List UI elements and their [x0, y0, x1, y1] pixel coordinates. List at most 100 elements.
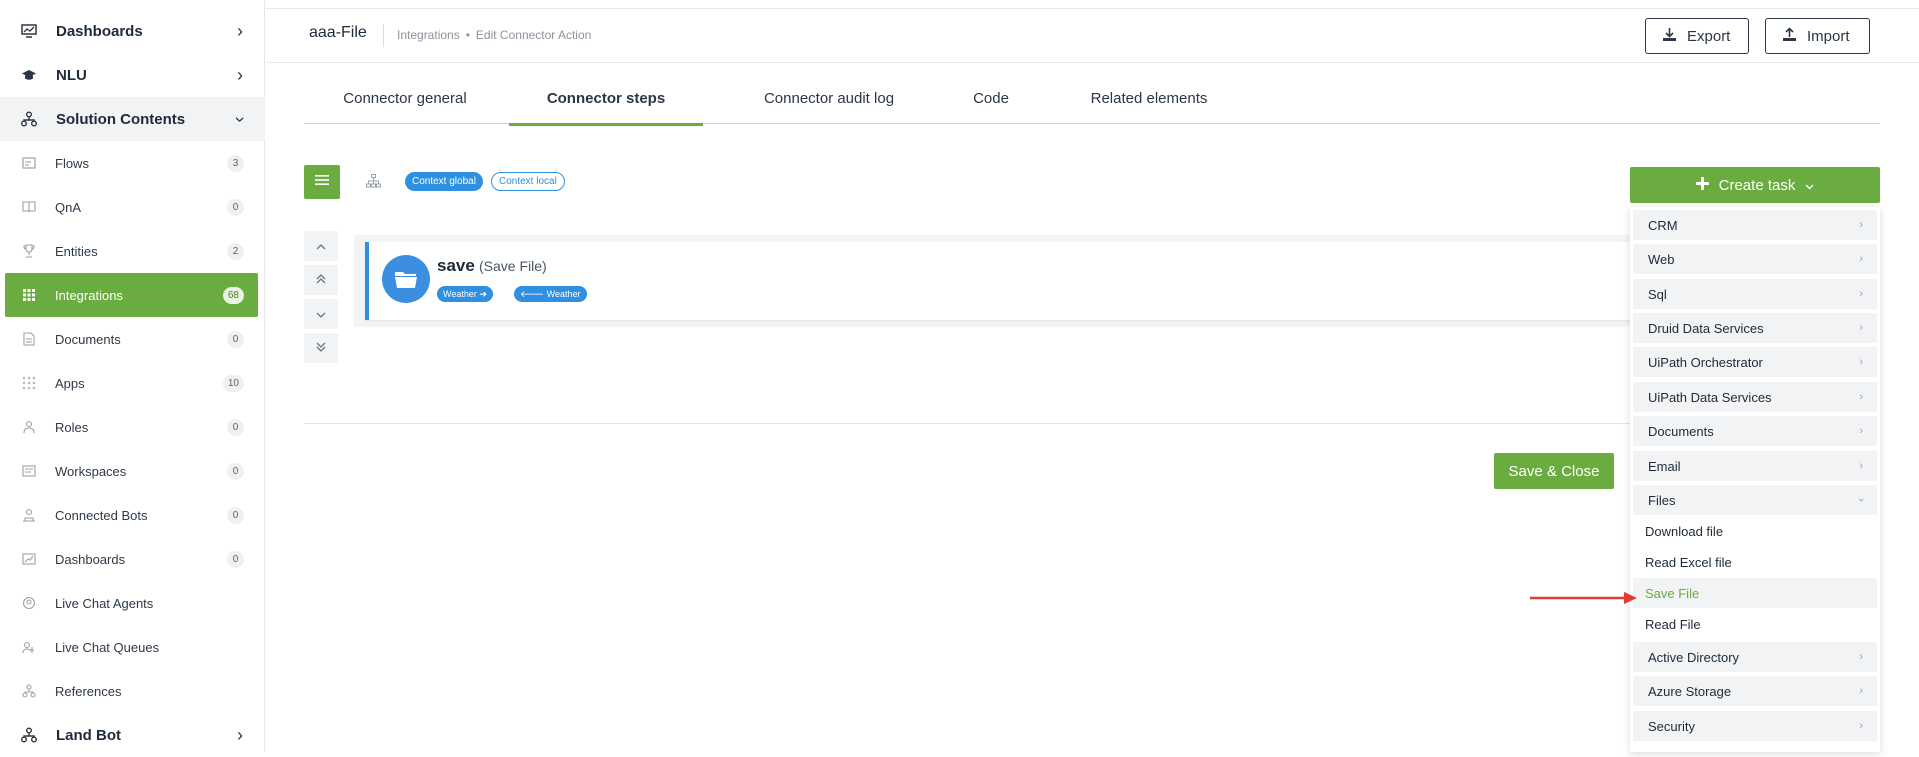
context-global-button[interactable]: Context global	[405, 172, 483, 191]
move-down-button[interactable]	[304, 299, 338, 329]
task-download-file[interactable]: Download file	[1633, 516, 1877, 546]
sidebar-item-label: Roles	[55, 419, 89, 435]
chevron-right-icon: ›	[1859, 288, 1863, 300]
task-read-excel-file[interactable]: Read Excel file	[1633, 547, 1877, 577]
breadcrumb: Integrations • Edit Connector Action	[397, 28, 591, 42]
sitemap-icon	[20, 726, 38, 744]
double-chevron-down-icon	[316, 341, 326, 355]
step-card[interactable]	[365, 242, 1635, 320]
download-icon	[1662, 27, 1677, 46]
sidebar-item-qna[interactable]: QnA 0	[5, 185, 258, 229]
sidebar-item-label: Integrations	[55, 287, 123, 303]
move-up-button[interactable]	[304, 231, 338, 261]
chevron-right-icon: ›	[1859, 356, 1863, 368]
sidebar-item-integrations[interactable]: Integrations 68	[5, 273, 258, 317]
sidebar-item-label: Workspaces	[55, 463, 127, 479]
reference-icon	[21, 683, 37, 699]
category-azure-storage[interactable]: Azure Storage ›	[1633, 676, 1877, 706]
context-local-button[interactable]: Context local	[491, 172, 565, 191]
sidebar-item-live-chat-agents[interactable]: Live Chat Agents	[5, 581, 258, 625]
chevron-right-icon: ›	[1859, 720, 1863, 732]
chevron-right-icon: ›	[1859, 685, 1863, 697]
category-files[interactable]: Files ›	[1633, 485, 1877, 515]
tab-connector-audit-log[interactable]: Connector audit log	[729, 72, 929, 124]
breadcrumb-integrations[interactable]: Integrations	[397, 28, 460, 42]
hamburger-icon	[315, 173, 329, 191]
chevron-right-icon: ›	[1859, 651, 1863, 663]
hamburger-menu-button[interactable]	[304, 165, 340, 199]
category-label: Email	[1648, 458, 1681, 474]
tab-related-elements[interactable]: Related elements	[1059, 72, 1239, 124]
import-label: Import	[1807, 27, 1850, 45]
chevron-right-icon: ›	[1859, 425, 1863, 437]
tab-code[interactable]: Code	[935, 72, 1047, 124]
book-icon	[21, 199, 37, 215]
grid-icon	[21, 287, 37, 303]
category-uipath-orchestrator[interactable]: UiPath Orchestrator ›	[1633, 347, 1877, 377]
category-documents[interactable]: Documents ›	[1633, 416, 1877, 446]
sidebar-item-apps[interactable]: Apps 10	[5, 361, 258, 405]
upload-icon	[1782, 26, 1797, 46]
category-label: Security	[1648, 718, 1695, 734]
sidebar-item-connected-bots[interactable]: Connected Bots 0	[5, 493, 258, 537]
move-bottom-button[interactable]	[304, 333, 338, 363]
double-chevron-up-icon	[316, 273, 326, 287]
create-task-button[interactable]: Create task	[1630, 167, 1880, 203]
chevron-right-icon: ›	[237, 20, 243, 41]
plus-icon	[1695, 176, 1709, 194]
category-uipath-data-services[interactable]: UiPath Data Services ›	[1633, 382, 1877, 412]
sidebar-group-label: Solution Contents	[56, 110, 186, 128]
sidebar-group-nlu[interactable]: NLU ›	[0, 53, 265, 97]
sidebar-item-label: References	[55, 683, 122, 699]
sidebar-item-label: Documents	[55, 331, 121, 347]
sidebar-item-dashboards[interactable]: Dashboards 0	[5, 537, 258, 581]
output-tag[interactable]: Weather ➔	[437, 286, 493, 302]
category-label: Documents	[1648, 423, 1714, 439]
sidebar-item-label: Live Chat Agents	[55, 595, 154, 611]
sidebar-item-label: Live Chat Queues	[55, 639, 160, 655]
category-security[interactable]: Security ›	[1633, 711, 1877, 741]
category-label: UiPath Orchestrator	[1648, 354, 1763, 370]
move-top-button[interactable]	[304, 265, 338, 295]
roles-icon	[21, 419, 37, 435]
count-badge: 0	[227, 418, 244, 436]
sidebar-group-solution-contents[interactable]: Solution Contents ›	[0, 97, 265, 141]
create-task-label: Create task	[1718, 176, 1796, 194]
hierarchy-icon[interactable]	[366, 174, 381, 193]
chevron-down-icon	[1805, 177, 1814, 194]
sidebar-item-flows[interactable]: Flows 3	[5, 141, 258, 185]
create-task-dropdown: CRM › Web › Sql › Druid Data Services › UiPa…	[1630, 207, 1880, 752]
category-web[interactable]: Web ›	[1633, 244, 1877, 274]
breadcrumb-separator: •	[465, 28, 470, 42]
category-email[interactable]: Email ›	[1633, 451, 1877, 481]
sidebar-item-workspaces[interactable]: Workspaces 0	[5, 449, 258, 493]
export-button[interactable]: Export	[1645, 18, 1749, 54]
save-close-button[interactable]: Save & Close	[1494, 453, 1614, 489]
sidebar-item-documents[interactable]: Documents 0	[5, 317, 258, 361]
sidebar-item-references[interactable]: References	[5, 669, 258, 713]
workspace-icon	[21, 463, 37, 479]
task-save-file[interactable]: Save File	[1633, 578, 1877, 608]
tab-connector-general[interactable]: Connector general	[304, 72, 506, 124]
task-read-file[interactable]: Read File	[1633, 609, 1877, 639]
chevron-right-icon: ›	[1859, 219, 1863, 231]
sidebar-group-dashboards[interactable]: Dashboards ›	[0, 9, 265, 53]
sidebar-item-entities[interactable]: Entities 2	[5, 229, 258, 273]
category-druid-data-services[interactable]: Druid Data Services ›	[1633, 313, 1877, 343]
sidebar-item-label: Flows	[55, 155, 89, 171]
category-label: Azure Storage	[1648, 683, 1732, 699]
sidebar-item-roles[interactable]: Roles 0	[5, 405, 258, 449]
sidebar-item-live-chat-queues[interactable]: Live Chat Queues	[5, 625, 258, 669]
count-badge: 0	[227, 550, 244, 568]
category-sql[interactable]: Sql ›	[1633, 279, 1877, 309]
input-tag[interactable]: 🡐 Weather	[514, 286, 587, 302]
tab-connector-steps[interactable]: Connector steps	[509, 72, 703, 126]
dashboard-icon	[20, 22, 38, 40]
sidebar-group-land-bot[interactable]: Land Bot ›	[0, 713, 265, 757]
chevron-down-icon: ›	[230, 116, 251, 122]
sidebar-item-label: Connected Bots	[55, 507, 148, 523]
count-badge: 0	[227, 462, 244, 480]
category-crm[interactable]: CRM ›	[1633, 210, 1877, 240]
category-active-directory[interactable]: Active Directory ›	[1633, 642, 1877, 672]
import-button[interactable]: Import	[1765, 18, 1870, 54]
